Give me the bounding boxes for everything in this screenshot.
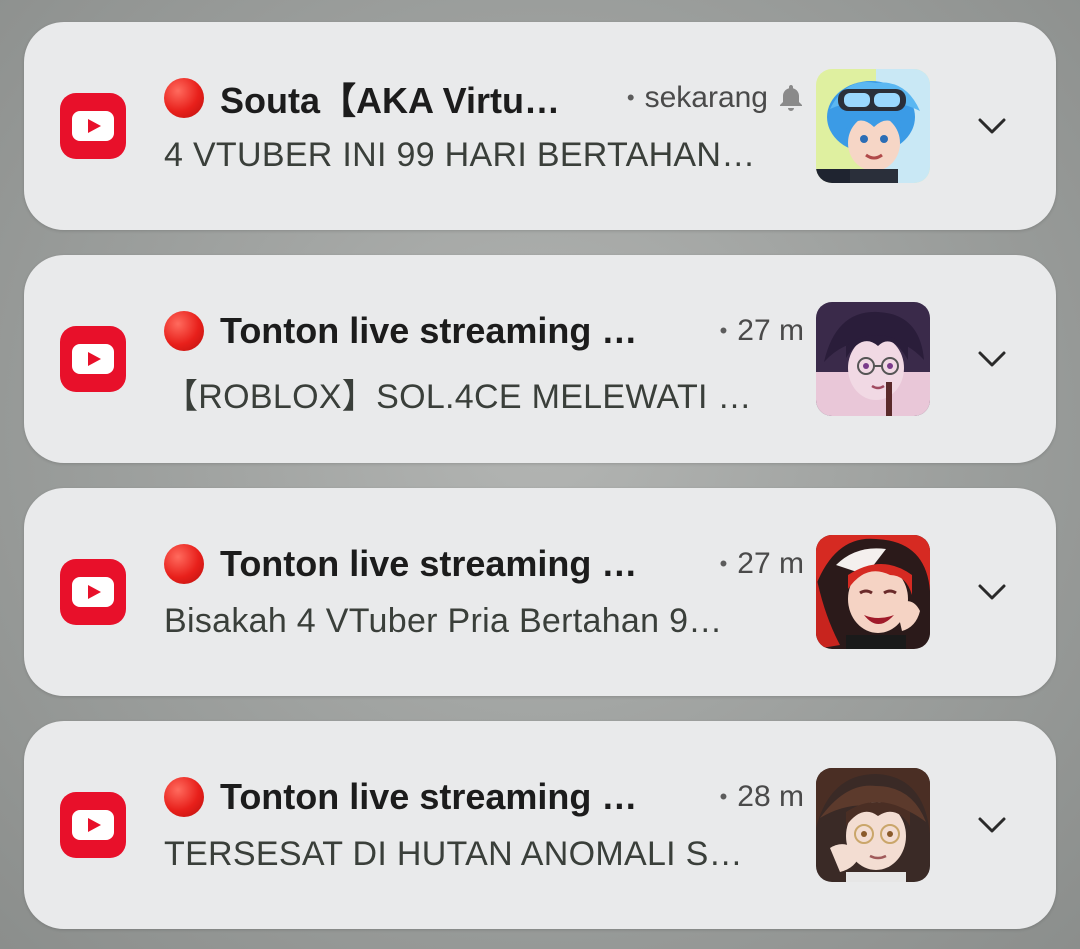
chevron-down-icon[interactable] [972, 106, 1012, 146]
separator-dot: • [719, 318, 728, 343]
channel-thumbnail [816, 768, 930, 882]
red-circle-icon [164, 777, 204, 817]
notification-card[interactable]: Tonton live streaming H… • 27 m Bisakah … [24, 488, 1056, 696]
separator-dot: • [626, 85, 635, 110]
chevron-down-icon[interactable] [972, 339, 1012, 379]
separator-dot: • [719, 784, 728, 809]
notification-header: Tonton live streaming … • 27 m [164, 307, 804, 355]
notification-header: Souta【AKA Virtu… • sekarang [164, 74, 804, 122]
notification-title: Tonton live streaming H… [220, 543, 640, 584]
youtube-icon [60, 559, 126, 625]
red-circle-icon [164, 78, 204, 118]
notification-title: Tonton live streaming G… [220, 776, 640, 817]
notification-card[interactable]: Tonton live streaming … • 27 m 【ROBLOX】S… [24, 255, 1056, 463]
notification-header: Tonton live streaming H… • 27 m [164, 540, 804, 588]
chevron-down-icon[interactable] [972, 572, 1012, 612]
notification-body: 4 VTUBER INI 99 HARI BERTAHAN… [164, 136, 756, 174]
notification-title: Tonton live streaming … [220, 310, 638, 351]
channel-thumbnail [816, 69, 930, 183]
notification-body: 【ROBLOX】SOL.4CE MELEWATI … [164, 378, 752, 416]
red-circle-icon [164, 311, 204, 351]
notification-body: TERSESAT DI HUTAN ANOMALI S… [164, 835, 743, 873]
bell-icon [778, 83, 804, 113]
notification-time: sekarang [644, 81, 768, 114]
notification-header: Tonton live streaming G… • 28 m [164, 773, 804, 821]
youtube-icon [60, 792, 126, 858]
red-circle-icon [164, 544, 204, 584]
notification-time: 28 m [737, 780, 804, 813]
chevron-down-icon[interactable] [972, 805, 1012, 845]
notification-time: 27 m [737, 547, 804, 580]
notification-title: Souta【AKA Virtu… [220, 80, 561, 121]
notification-body: Bisakah 4 VTuber Pria Bertahan 9… [164, 602, 723, 640]
notification-card[interactable]: Souta【AKA Virtu… • sekarang 4 VTUBER INI… [24, 22, 1056, 230]
channel-thumbnail [816, 535, 930, 649]
notification-time: 27 m [737, 314, 804, 347]
youtube-icon [60, 93, 126, 159]
youtube-icon [60, 326, 126, 392]
separator-dot: • [719, 551, 728, 576]
notification-card[interactable]: Tonton live streaming G… • 28 m TERSESAT… [24, 721, 1056, 929]
channel-thumbnail [816, 302, 930, 416]
